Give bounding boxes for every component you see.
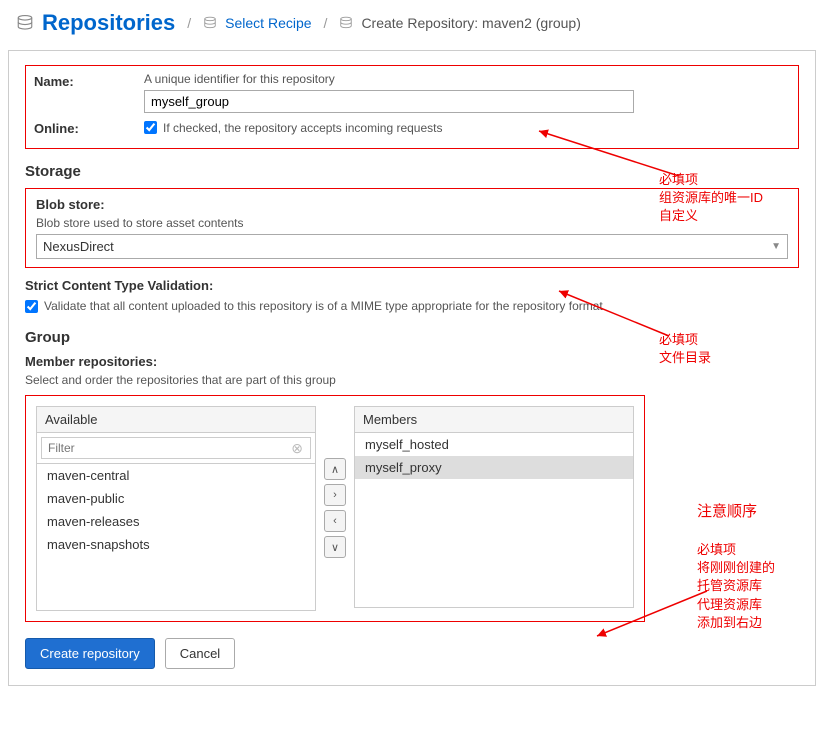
online-label: Online: <box>34 119 144 136</box>
available-header: Available <box>36 406 316 432</box>
move-down-button[interactable]: ∨ <box>324 536 346 558</box>
chevron-down-icon: ▼ <box>771 241 781 252</box>
available-list[interactable]: maven-centralmaven-publicmaven-releasesm… <box>36 463 316 611</box>
name-hint: A unique identifier for this repository <box>144 72 790 86</box>
member-label: Member repositories: <box>25 354 799 369</box>
blob-value: NexusDirect <box>43 239 114 254</box>
list-item[interactable]: myself_proxy <box>355 456 633 479</box>
annotation-4: 必填项 将刚刚创建的 托管资源库 代理资源库 添加到右边 <box>697 541 775 632</box>
clear-icon[interactable]: ⊗ <box>291 440 303 457</box>
database-icon <box>203 16 217 30</box>
button-row: Create repository Cancel <box>25 638 799 669</box>
move-up-button[interactable]: ∧ <box>324 458 346 480</box>
online-checkbox[interactable] <box>144 121 157 134</box>
breadcrumb: Repositories / Select Recipe / Create Re… <box>0 0 824 46</box>
list-item[interactable]: maven-central <box>37 464 315 487</box>
strict-desc: Validate that all content uploaded to th… <box>44 299 603 313</box>
breadcrumb-current: Create Repository: maven2 (group) <box>361 15 580 31</box>
dual-list: Available ⊗ maven-centralmaven-publicmav… <box>25 395 645 622</box>
cancel-button[interactable]: Cancel <box>165 638 235 669</box>
breadcrumb-separator: / <box>187 15 191 31</box>
create-button[interactable]: Create repository <box>25 638 155 669</box>
storage-section: Blob store: Blob store used to store ass… <box>25 188 799 268</box>
online-desc: If checked, the repository accepts incom… <box>163 121 442 135</box>
members-list[interactable]: myself_hostedmyself_proxy <box>354 432 634 608</box>
members-column: Members myself_hostedmyself_proxy <box>354 406 634 611</box>
database-icon <box>16 14 34 32</box>
content-panel: Name: A unique identifier for this repos… <box>8 50 816 686</box>
name-section: Name: A unique identifier for this repos… <box>25 65 799 149</box>
move-right-button[interactable]: › <box>324 484 346 506</box>
list-item[interactable]: myself_hosted <box>355 433 633 456</box>
database-icon <box>339 16 353 30</box>
blob-label: Blob store: <box>36 197 788 212</box>
members-header: Members <box>354 406 634 432</box>
move-left-button[interactable]: ‹ <box>324 510 346 532</box>
strict-checkbox[interactable] <box>25 300 38 313</box>
breadcrumb-title[interactable]: Repositories <box>42 10 175 36</box>
move-buttons: ∧ › ‹ ∨ <box>324 458 346 611</box>
list-item[interactable]: maven-public <box>37 487 315 510</box>
group-heading: Group <box>25 329 799 346</box>
name-input[interactable] <box>144 90 634 113</box>
available-column: Available ⊗ maven-centralmaven-publicmav… <box>36 406 316 611</box>
blob-hint: Blob store used to store asset contents <box>36 216 788 230</box>
storage-heading: Storage <box>25 163 799 180</box>
member-hint: Select and order the repositories that a… <box>25 373 799 387</box>
strict-label: Strict Content Type Validation: <box>25 278 799 293</box>
list-item[interactable]: maven-releases <box>37 510 315 533</box>
filter-input[interactable] <box>41 437 311 459</box>
name-label: Name: <box>34 72 144 89</box>
breadcrumb-separator: / <box>324 15 328 31</box>
breadcrumb-select-recipe[interactable]: Select Recipe <box>225 15 311 31</box>
list-item[interactable]: maven-snapshots <box>37 533 315 556</box>
annotation-3: 注意顺序 <box>697 501 757 522</box>
blob-select[interactable]: NexusDirect ▼ <box>36 234 788 259</box>
